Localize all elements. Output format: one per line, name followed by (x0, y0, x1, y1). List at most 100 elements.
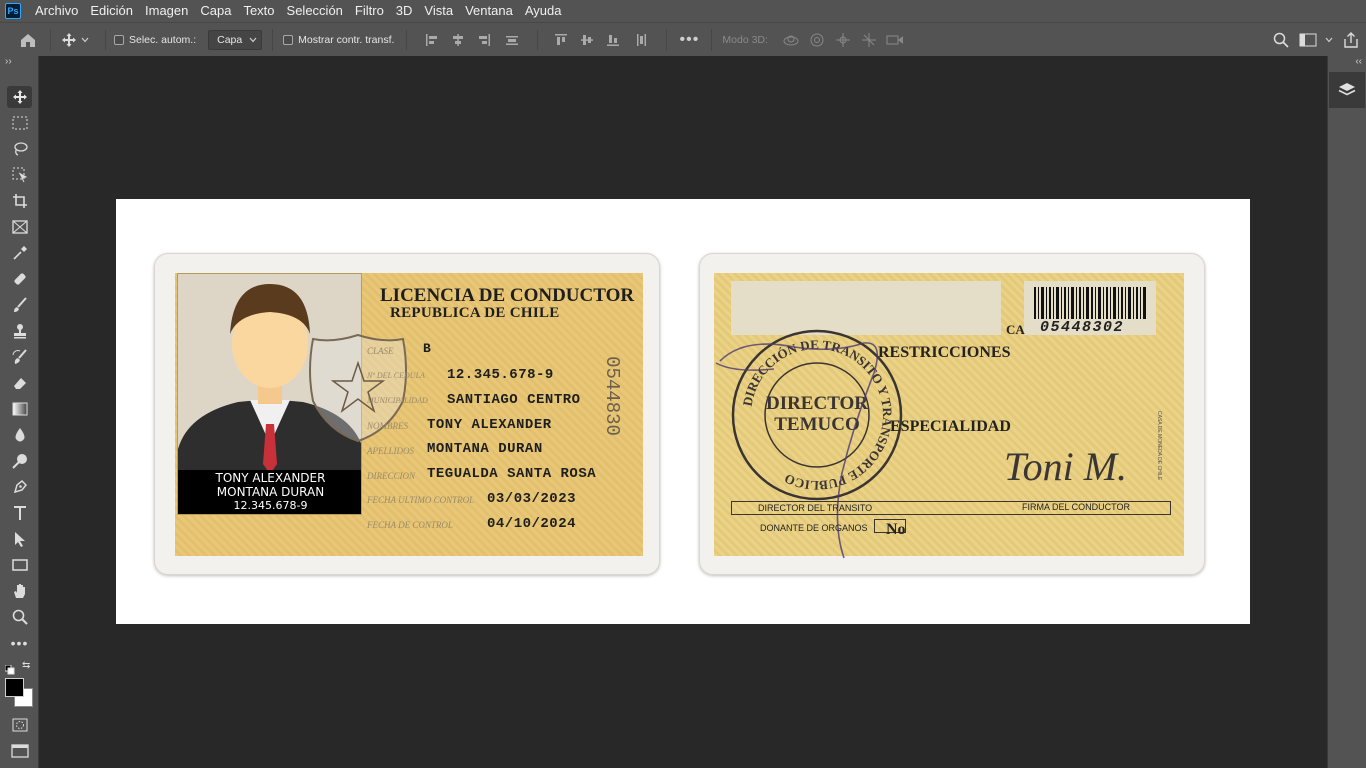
align-right-icon[interactable] (471, 33, 497, 47)
layers-panel-icon[interactable] (1329, 72, 1365, 108)
menu-vista[interactable]: Vista (418, 0, 459, 22)
apellidos-label: APELLIDOS (367, 446, 414, 456)
separator (666, 28, 668, 51)
caption-line-2: MONTANA DURAN (216, 485, 325, 499)
crop-tool-icon[interactable] (7, 190, 32, 212)
3d-camera-icon[interactable] (882, 34, 908, 46)
type-tool-icon[interactable] (7, 502, 32, 524)
menu-archivo[interactable]: Archivo (29, 0, 84, 22)
more-options-icon[interactable]: ••• (677, 31, 701, 49)
lasso-tool-icon[interactable] (7, 138, 32, 160)
path-select-tool-icon[interactable] (7, 528, 32, 550)
collapse-panel-icon[interactable]: ›› (5, 56, 12, 67)
separator (711, 28, 713, 51)
barcode-prefix: CA (1006, 322, 1025, 337)
3d-roll-icon[interactable] (804, 32, 830, 48)
workspace-icon[interactable] (1294, 33, 1322, 47)
blank-panel (731, 281, 1001, 335)
options-bar: Selec. autom.: Capa Mostrar contr. trans… (0, 22, 1366, 56)
share-icon[interactable] (1336, 31, 1366, 48)
more-tools-icon[interactable]: ••• (7, 632, 32, 654)
align-center-h-icon[interactable] (445, 33, 471, 47)
director-label: DIRECTOR DEL TRANSITO (758, 503, 873, 513)
driver-signature: Toni M. (1004, 444, 1128, 489)
menu-imagen[interactable]: Imagen (139, 0, 194, 22)
dodge-tool-icon[interactable] (7, 450, 32, 472)
chevron-down-icon[interactable] (79, 37, 91, 43)
healing-brush-tool-icon[interactable] (7, 268, 32, 290)
separator (105, 28, 106, 51)
municipalidad-value: SANTIAGO CENTRO (447, 392, 581, 408)
auto-select-checkbox[interactable] (114, 34, 124, 45)
search-icon[interactable] (1268, 32, 1294, 48)
move-tool-icon[interactable] (59, 32, 79, 48)
photo-caption: TONY ALEXANDER MONTANA DURAN 12.345.678-… (178, 470, 361, 514)
menu-edicion[interactable]: Edición (84, 0, 139, 22)
chevron-down-icon[interactable] (1322, 37, 1336, 43)
distribute-v-icon[interactable] (626, 33, 656, 47)
donante-label: DONANTE DE ORGANOS (760, 523, 868, 533)
swap-colors-icon[interactable]: ⇆ (22, 660, 30, 671)
menu-seleccion[interactable]: Selección (281, 0, 349, 22)
license-front-background: TONY ALEXANDER MONTANA DURAN 12.345.678-… (175, 273, 643, 556)
auto-select-dropdown[interactable]: Capa (208, 29, 263, 50)
align-top-icon[interactable] (548, 33, 574, 47)
pen-tool-icon[interactable] (7, 476, 32, 498)
home-icon[interactable] (14, 32, 42, 48)
separator (272, 28, 274, 51)
eyedropper-tool-icon[interactable] (7, 242, 32, 264)
menu-3d[interactable]: 3D (390, 0, 419, 22)
3d-slide-icon[interactable] (856, 32, 882, 48)
quick-mask-icon[interactable] (7, 714, 32, 736)
signature-row: DIRECTOR DEL TRANSITO FIRMA DEL CONDUCTO… (731, 501, 1171, 515)
menu-capa[interactable]: Capa (194, 0, 237, 22)
ultimo-control-label: FECHA ULTIMO CONTROL (367, 495, 475, 505)
eraser-tool-icon[interactable] (7, 372, 32, 394)
menu-filtro[interactable]: Filtro (349, 0, 390, 22)
separator (50, 28, 51, 51)
align-bottom-icon[interactable] (600, 33, 626, 47)
show-transform-checkbox[interactable] (283, 34, 294, 45)
3d-pan-icon[interactable] (830, 32, 856, 48)
stamp-tool-icon[interactable] (7, 320, 32, 342)
clase-label: CLASE (367, 346, 394, 356)
firma-label: FIRMA DEL CONDUCTOR (1022, 502, 1131, 512)
document-canvas[interactable]: TONY ALEXANDER MONTANA DURAN 12.345.678-… (116, 199, 1250, 624)
license-back-background: CA 05448302 DIRECCIÓN DE TRANSITO Y TRAN… (714, 273, 1184, 559)
license-subtitle: REPUBLICA DE CHILE (390, 305, 560, 321)
ultimo-control-value: 03/03/2023 (487, 491, 577, 507)
screen-mode-icon[interactable] (7, 740, 32, 762)
3d-orbit-icon[interactable] (778, 33, 804, 47)
app-logo-icon: Ps (5, 3, 21, 19)
rut-label: Nº DEL CEDULA (367, 371, 425, 380)
especialidad-label: ESPECIALIDAD (890, 418, 1011, 435)
zoom-tool-icon[interactable] (7, 606, 32, 628)
align-left-icon[interactable] (419, 33, 445, 47)
menu-texto[interactable]: Texto (237, 0, 280, 22)
move-tool-icon[interactable] (7, 86, 32, 108)
menu-ayuda[interactable]: Ayuda (519, 0, 568, 22)
direccion-label: DIRECCION (367, 471, 415, 481)
license-back: CA 05448302 DIRECCIÓN DE TRANSITO Y TRAN… (699, 253, 1205, 575)
auto-select-value: Capa (217, 33, 243, 46)
distribute-icon[interactable] (497, 33, 527, 47)
object-select-tool-icon[interactable] (7, 164, 32, 186)
marquee-tool-icon[interactable] (7, 112, 32, 134)
chevron-down-icon (249, 37, 257, 42)
blur-tool-icon[interactable] (7, 424, 32, 446)
municipalidad-label: MUNICIPALIDAD (367, 396, 428, 405)
brush-tool-icon[interactable] (7, 294, 32, 316)
frame-tool-icon[interactable] (7, 216, 32, 238)
direccion-value: TEGUALDA SANTA ROSA (427, 466, 597, 482)
align-middle-v-icon[interactable] (574, 33, 600, 47)
expand-panel-icon[interactable]: ‹‹ (1355, 56, 1362, 67)
menu-ventana[interactable]: Ventana (459, 0, 519, 22)
gradient-tool-icon[interactable] (7, 398, 32, 420)
mode-3d-label: Modo 3D: (722, 33, 768, 46)
rectangle-tool-icon[interactable] (7, 554, 32, 576)
panels-dock: ‹‹ (1327, 56, 1366, 768)
foreground-color-swatch[interactable] (5, 678, 24, 697)
history-brush-tool-icon[interactable] (7, 346, 32, 368)
hand-tool-icon[interactable] (7, 580, 32, 602)
clase-value: B (423, 341, 432, 356)
